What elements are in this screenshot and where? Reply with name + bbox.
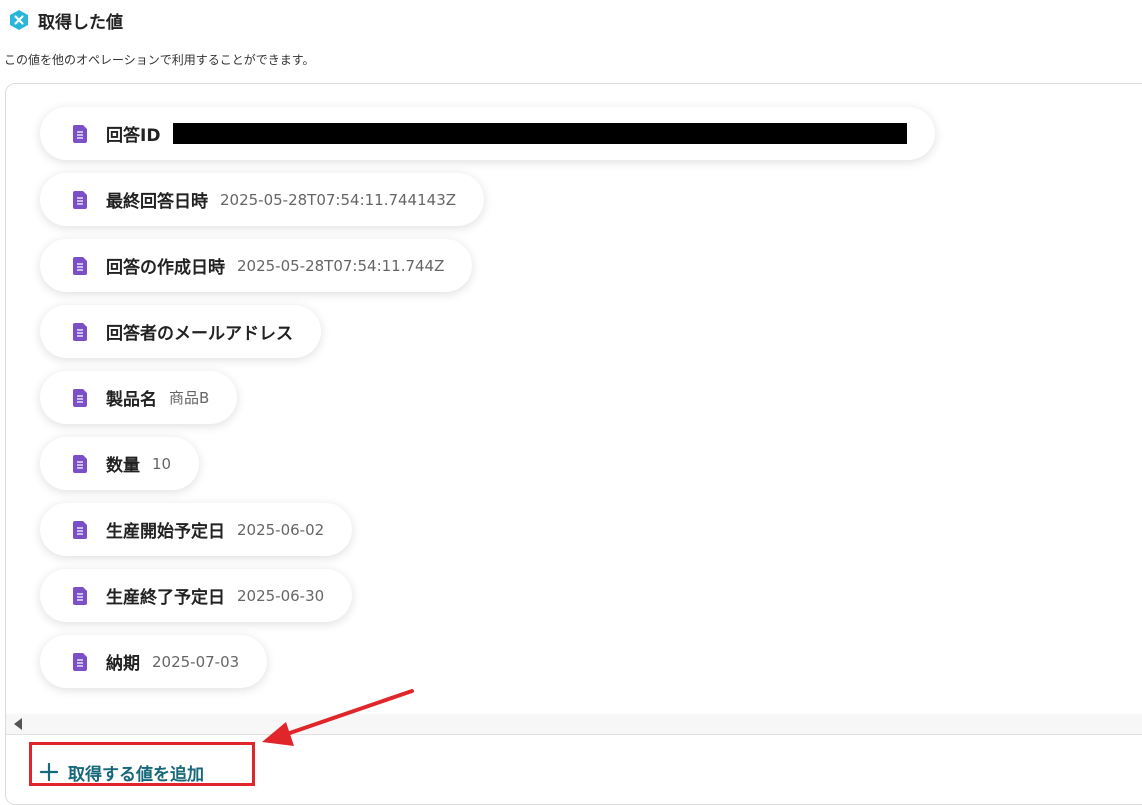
document-icon (73, 652, 87, 671)
item-label: 回答ID (106, 126, 161, 146)
item-label: 最終回答日時 (106, 192, 208, 212)
item-label: 回答の作成日時 (106, 258, 225, 278)
item-label: 製品名 (106, 390, 157, 410)
document-icon (73, 388, 87, 407)
document-icon (73, 454, 87, 473)
item-label: 回答者のメールアドレス (106, 324, 293, 344)
value-item-respondent-email[interactable]: 回答者のメールアドレス (40, 305, 321, 358)
value-item-last-response-time[interactable]: 最終回答日時 2025-05-28T07:54:11.744143Z (40, 173, 485, 226)
value-item-response-id[interactable]: 回答ID (40, 107, 936, 160)
item-value: 2025-06-02 (237, 520, 325, 539)
value-item-production-start[interactable]: 生産開始予定日 2025-06-02 (40, 503, 353, 556)
item-label: 納期 (106, 654, 140, 674)
item-value: 2025-05-28T07:54:11.744143Z (220, 190, 457, 209)
item-value: 2025-06-30 (237, 586, 325, 605)
value-item-production-end[interactable]: 生産終了予定日 2025-06-30 (40, 569, 353, 622)
document-icon (73, 586, 87, 605)
item-label: 数量 (106, 456, 140, 476)
document-icon (73, 322, 87, 341)
item-value: 商品B (169, 389, 210, 407)
item-label: 生産終了予定日 (106, 588, 225, 608)
document-icon (73, 190, 87, 209)
page-subtitle: この値を他のオペレーションで利用することができます。 (4, 53, 315, 67)
document-icon (73, 520, 87, 539)
scroll-left-arrow-icon[interactable] (14, 718, 22, 730)
redacted-value (173, 123, 908, 144)
values-panel: 回答ID 最終回答日時 2025-05-28T07:54:11.744143Z … (5, 83, 1142, 805)
document-icon (73, 256, 87, 275)
value-list: 回答ID 最終回答日時 2025-05-28T07:54:11.744143Z … (40, 107, 936, 701)
value-item-delivery-date[interactable]: 納期 2025-07-03 (40, 635, 268, 688)
value-item-product-name[interactable]: 製品名 商品B (40, 371, 238, 424)
item-value: 10 (152, 454, 172, 473)
value-item-created-time[interactable]: 回答の作成日時 2025-05-28T07:54:11.744Z (40, 239, 473, 292)
divider (6, 734, 1142, 735)
value-item-quantity[interactable]: 数量 10 (40, 437, 200, 490)
horizontal-scrollbar[interactable] (6, 714, 1142, 734)
header: 取得した値 (8, 8, 123, 33)
item-label: 生産開始予定日 (106, 522, 225, 542)
document-icon (73, 124, 87, 143)
annotation-highlight-box (29, 742, 255, 786)
item-value: 2025-07-03 (152, 652, 240, 671)
item-value: 2025-05-28T07:54:11.744Z (237, 256, 445, 275)
x-hexagon-icon (10, 10, 28, 30)
page-title: 取得した値 (38, 12, 123, 33)
